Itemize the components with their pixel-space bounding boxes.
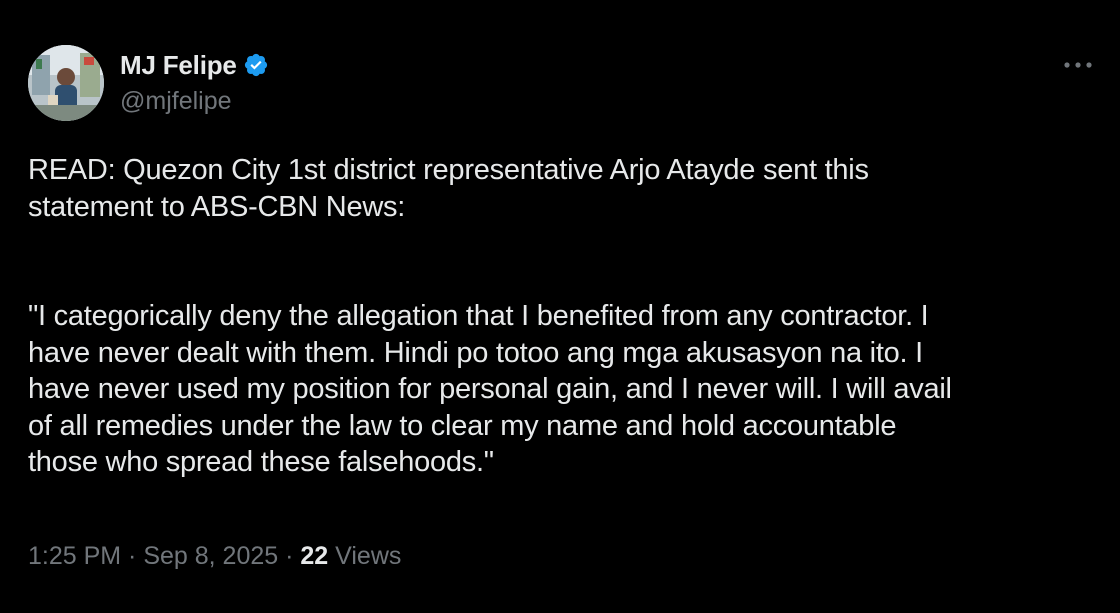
tweet-text: READ: Quezon City 1st district represent… bbox=[28, 152, 1108, 481]
more-options-button[interactable] bbox=[1058, 50, 1098, 80]
author-handle[interactable]: @mjfelipe bbox=[120, 87, 232, 116]
tweet-time[interactable]: 1:25 PM bbox=[28, 542, 121, 571]
tweet-paragraph: READ: Quezon City 1st district represent… bbox=[28, 154, 869, 223]
views-count: 22 bbox=[300, 542, 329, 570]
avatar-photo bbox=[28, 45, 104, 121]
verified-badge-icon bbox=[243, 52, 269, 78]
author-name-row: MJ Felipe bbox=[120, 48, 269, 82]
more-horizontal-icon bbox=[1064, 62, 1092, 68]
meta-separator: · bbox=[121, 542, 144, 570]
meta-separator: · bbox=[278, 542, 301, 570]
tweet-date[interactable]: Sep 8, 2025 bbox=[143, 542, 278, 571]
tweet-meta: 1:25 PM · Sep 8, 2025 · 22 Views bbox=[28, 542, 401, 571]
views-label: Views bbox=[328, 542, 402, 570]
avatar[interactable] bbox=[28, 45, 104, 121]
tweet-card: MJ Felipe @mjfelipe READ: Quezon City 1s… bbox=[0, 0, 1120, 613]
author-display-name[interactable]: MJ Felipe bbox=[120, 50, 237, 81]
tweet-paragraph: "I categorically deny the allegation tha… bbox=[28, 300, 952, 478]
